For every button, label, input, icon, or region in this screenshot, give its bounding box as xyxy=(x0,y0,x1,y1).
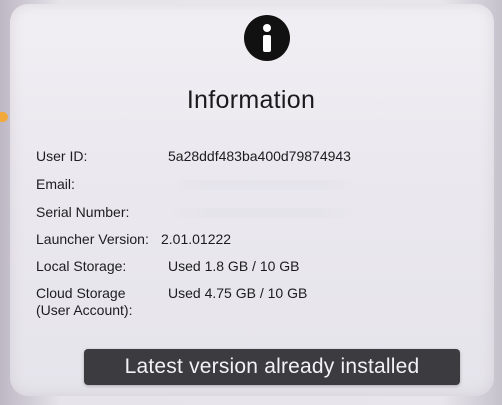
cloud-storage-value: Used 4.75 GB / 10 GB xyxy=(168,285,308,301)
local-storage-label: Local Storage: xyxy=(36,258,127,274)
info-icon xyxy=(244,15,290,61)
cloud-storage-label-line2: (User Account): xyxy=(36,302,133,318)
serial-label: Serial Number: xyxy=(36,204,130,220)
email-row: Email: xyxy=(0,176,502,194)
email-redacted-value xyxy=(168,180,358,190)
info-icon-stem xyxy=(263,35,271,52)
page-title: Information xyxy=(186,86,316,114)
email-label: Email: xyxy=(36,176,75,192)
serial-row: Serial Number: xyxy=(0,204,502,222)
local-storage-row: Local Storage: Used 1.8 GB / 10 GB xyxy=(0,258,502,276)
cloud-storage-row: Cloud Storage (User Account): Used 4.75 … xyxy=(0,285,502,321)
local-storage-value: Used 1.8 GB / 10 GB xyxy=(168,258,300,274)
user-id-value: 5a28ddf483ba400d79874943 xyxy=(168,148,351,164)
launcher-value: 2.01.01222 xyxy=(161,231,232,247)
launcher-row: Launcher Version: 2.01.01222 xyxy=(0,231,502,249)
cloud-storage-label-line1: Cloud Storage xyxy=(36,285,126,301)
info-icon-dot xyxy=(263,24,271,32)
serial-redacted-value xyxy=(168,208,358,218)
toast-message: Latest version already installed xyxy=(124,355,420,378)
launcher-label: Launcher Version: xyxy=(36,231,149,247)
user-id-row: User ID: 5a28ddf483ba400d79874943 xyxy=(0,148,502,166)
user-id-label: User ID: xyxy=(36,148,88,164)
info-screen xyxy=(10,4,494,396)
status-toast: Latest version already installed xyxy=(84,349,460,385)
